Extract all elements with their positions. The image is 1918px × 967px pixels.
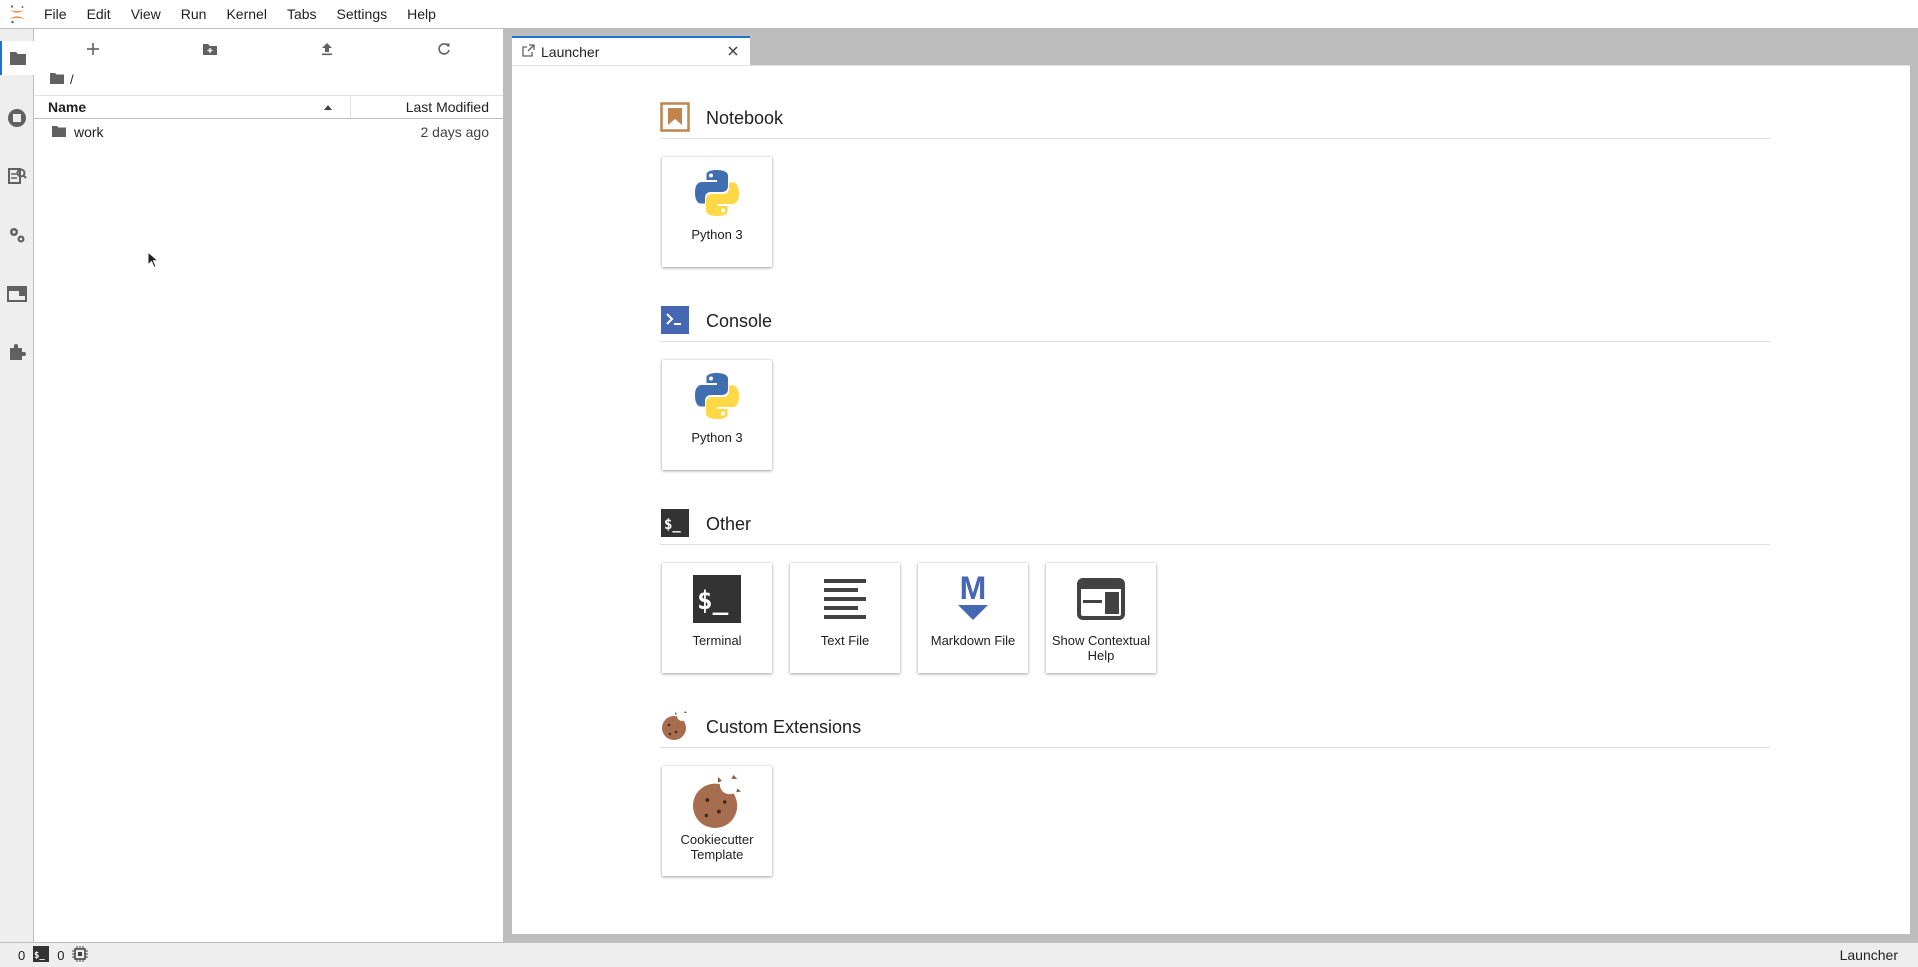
file-list-item[interactable]: work 2 days ago — [34, 119, 503, 145]
modified-column-header[interactable]: Last Modified — [351, 96, 503, 118]
launcher-section-console: Console Python 3 — [660, 302, 1770, 470]
terminal-count[interactable]: 0 — [57, 948, 64, 963]
upload-icon — [322, 43, 333, 56]
launcher-section-notebook: Notebook Python 3 — [660, 99, 1770, 267]
status-bar: 0 $_ 0 Launcher — [0, 942, 1918, 967]
kernel-count[interactable]: 0 — [18, 948, 25, 963]
file-name: work — [74, 124, 104, 140]
folder-icon[interactable] — [0, 41, 34, 75]
card-label: Cookiecutter Template — [680, 832, 754, 862]
launcher-icon — [522, 43, 535, 60]
svg-text:$_: $_ — [664, 517, 681, 533]
launcher-card-markdown-file[interactable]: M Markdown File — [918, 563, 1028, 673]
contextual-help-icon — [1075, 573, 1127, 625]
terminal-icon: $_ — [691, 573, 743, 625]
card-label: Show Contextual Help — [1051, 633, 1151, 663]
running-icon[interactable] — [0, 101, 34, 135]
markdown-icon: M — [947, 572, 999, 625]
new-launcher-button[interactable] — [34, 29, 151, 69]
main-dock-area: Launcher Notebook Python 3 Console Pytho… — [504, 29, 1918, 942]
extension-icon[interactable] — [0, 335, 34, 369]
folder-icon — [52, 124, 66, 140]
tab-bar: Launcher — [504, 29, 1918, 65]
menu-run[interactable]: Run — [171, 0, 217, 29]
new-folder-icon — [202, 44, 217, 55]
close-icon[interactable] — [726, 44, 740, 58]
launcher-card-cookiecutter[interactable]: Cookiecutter Template — [662, 766, 772, 876]
notebook-section-icon — [660, 102, 690, 135]
launcher-section-custom-extensions: Custom Extensions Cookiecutter Template — [660, 708, 1770, 876]
cookie-section-icon — [660, 710, 690, 745]
refresh-button[interactable] — [386, 29, 503, 69]
svg-text:$_: $_ — [34, 951, 45, 961]
menu-edit[interactable]: Edit — [77, 0, 121, 29]
property-inspector-icon[interactable] — [0, 159, 34, 193]
breadcrumb-path[interactable]: / — [70, 72, 74, 87]
svg-text:$_: $_ — [697, 586, 729, 616]
tabs-icon[interactable] — [0, 277, 34, 311]
file-browser-toolbar — [34, 29, 503, 69]
python-icon — [691, 167, 743, 219]
menu-bar: File Edit View Run Kernel Tabs Settings … — [0, 0, 1918, 29]
launcher-section-other: $_ Other $_ Terminal Text File M Markdow… — [660, 505, 1770, 673]
launcher-card-text-file[interactable]: Text File — [790, 563, 900, 673]
menu-kernel[interactable]: Kernel — [216, 0, 276, 29]
section-title: Console — [706, 311, 773, 331]
terminal-status-icon: $_ — [33, 945, 50, 965]
card-label: Text File — [820, 633, 870, 648]
memory-chip-icon[interactable] — [72, 945, 89, 965]
refresh-icon — [438, 43, 451, 55]
modified-column-label: Last Modified — [405, 99, 489, 115]
text-file-icon — [819, 573, 871, 625]
status-current-activity: Launcher — [1839, 947, 1898, 963]
file-browser: / Name Last Modified work 2 days ago — [34, 29, 504, 942]
other-section-icon: $_ — [660, 508, 690, 541]
file-list-header: Name Last Modified — [34, 95, 503, 119]
section-title: Notebook — [706, 108, 784, 128]
name-column-header[interactable]: Name — [34, 96, 351, 118]
launcher-card-console-python3[interactable]: Python 3 — [662, 360, 772, 470]
settings-icon[interactable] — [0, 218, 34, 252]
breadcrumb: / — [34, 69, 503, 89]
new-folder-button[interactable] — [151, 29, 268, 69]
launcher-card-notebook-python3[interactable]: Python 3 — [662, 157, 772, 267]
python-icon — [691, 370, 743, 422]
status-left: 0 $_ 0 — [0, 945, 89, 965]
card-label: Markdown File — [930, 633, 1016, 648]
card-label: Python 3 — [691, 430, 743, 445]
card-label: Terminal — [692, 633, 742, 648]
section-title: Custom Extensions — [706, 717, 862, 737]
section-title: Other — [706, 514, 752, 534]
card-label: Python 3 — [691, 227, 743, 242]
home-folder-icon[interactable] — [50, 72, 64, 87]
console-section-icon — [660, 305, 690, 338]
launcher-panel: Notebook Python 3 Console Python 3 $_ Ot… — [512, 65, 1910, 934]
file-modified: 2 days ago — [420, 124, 490, 140]
upload-button[interactable] — [269, 29, 386, 69]
cookie-icon — [691, 772, 743, 830]
jupyter-logo-icon — [0, 0, 34, 29]
svg-text:M: M — [960, 572, 987, 606]
menu-tabs[interactable]: Tabs — [277, 0, 327, 29]
sort-ascending-icon — [324, 105, 332, 110]
launcher-card-terminal[interactable]: $_ Terminal — [662, 563, 772, 673]
plus-icon — [86, 43, 99, 55]
menu-file[interactable]: File — [34, 0, 77, 29]
menu-view[interactable]: View — [121, 0, 171, 29]
left-activity-bar — [0, 29, 34, 942]
tab-label: Launcher — [541, 43, 600, 60]
menu-settings[interactable]: Settings — [327, 0, 398, 29]
menu-help[interactable]: Help — [397, 0, 446, 29]
name-column-label: Name — [48, 99, 87, 115]
launcher-card-contextual-help[interactable]: Show Contextual Help — [1046, 563, 1156, 673]
mouse-cursor-icon — [147, 250, 160, 272]
tab-launcher[interactable]: Launcher — [512, 36, 750, 65]
